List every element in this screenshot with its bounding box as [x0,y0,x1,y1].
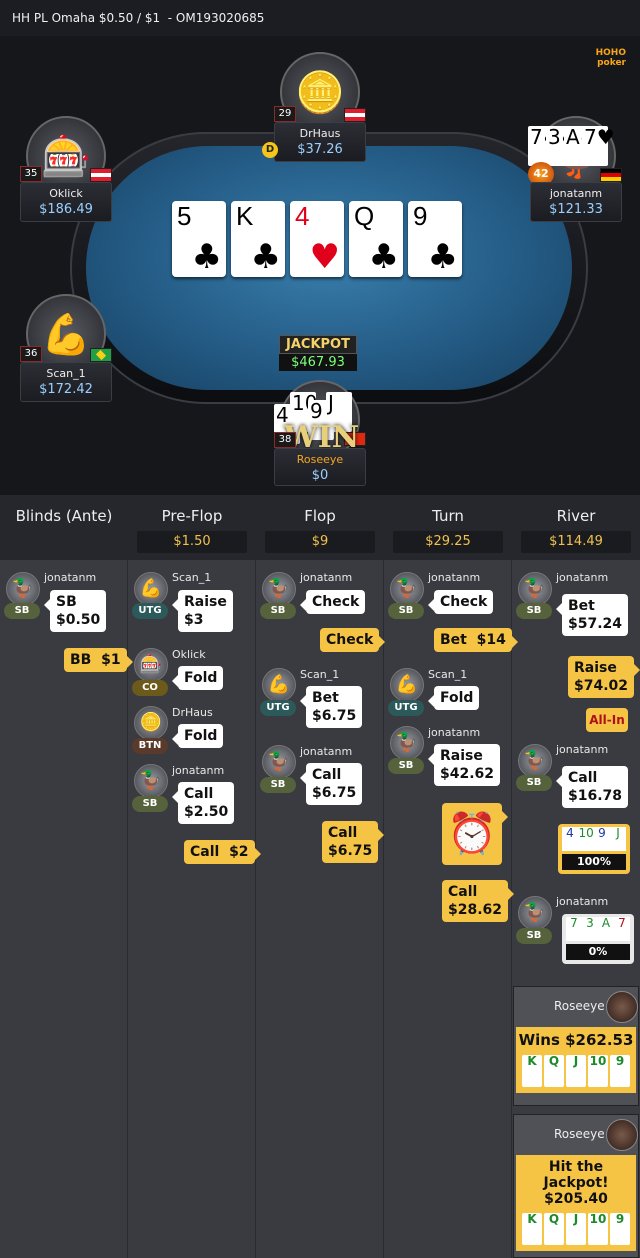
seat-stack: $186.49 [39,202,93,217]
board-card-1: 5 ♣ [172,201,226,277]
pot-value: $114.49 [521,531,631,553]
header-bar: HH PL Omaha $0.50 / $1 - OM193020685 [0,0,640,36]
hoho-poker-logo: HOHO poker [595,48,626,68]
column-preflop: Pre-Flop $1.50 [128,495,256,1258]
column-title: Pre-Flop [161,507,223,525]
column-blinds: Blinds (Ante) [0,495,128,1258]
jackpot-value: $467.93 [279,354,357,371]
hand-history: Blinds (Ante) Pre-Flop $1.50 Flop $9 Turn $… [0,495,640,1258]
seat-stack: $37.26 [297,142,343,157]
column-header: Flop $9 [256,495,384,560]
column-title: Flop [304,507,336,525]
roseeye-level: 38 [274,432,296,448]
column-header: Turn $29.25 [384,495,512,560]
pot-value: $29.25 [393,531,503,553]
oklick-level: 35 [20,166,42,182]
card-rank: 9 [413,201,428,231]
seat-stack: $121.33 [549,202,603,217]
column-flop: Flop $9 [256,495,384,1258]
club-icon: ♣ [368,237,399,277]
heart-icon: ♥ [309,237,340,277]
roseeye-plate: Roseeye $0 [274,448,366,486]
seat-name: Roseeye [296,453,344,466]
column-title: Turn [432,507,464,525]
hand-title: HH PL Omaha $0.50 / $1 [12,11,161,25]
column-turn: Turn $29.25 [384,495,512,1258]
germany-flag-icon [600,168,622,182]
seat-stack: $0 [311,468,329,483]
seat-name: jonatanm [549,187,603,200]
brazil-flag-icon [90,348,112,362]
club-icon: ♣ [250,237,281,277]
austria-flag-icon [90,168,112,182]
club-icon: ♣ [427,237,458,277]
pot-value: $9 [265,531,375,553]
pot-value: $1.50 [137,531,247,553]
card-rank: Q [354,201,375,231]
seat-stack: $172.42 [39,382,93,397]
card-rank: 4 [295,201,310,231]
seat-name: Oklick [49,187,83,200]
card-rank: 5 [177,201,192,231]
board-card-2: K ♣ [231,201,285,277]
club-icon: ♣ [191,237,222,277]
jackpot-display: JACKPOT $467.93 [279,335,357,375]
board-card-4: Q ♣ [349,201,403,277]
column-header: Pre-Flop $1.50 [128,495,256,560]
hole-card: 7♥ [582,126,615,166]
column-header: Blinds (Ante) [0,495,128,560]
oklick-plate: Oklick $186.49 [20,182,112,222]
scan1-level: 36 [20,346,42,362]
jackpot-label: JACKPOT [279,335,357,354]
column-header: River $114.49 [512,495,640,560]
column-title: River [556,507,596,525]
card-rank: K [236,201,254,231]
scan1-plate: Scan_1 $172.42 [20,362,112,402]
drhaus-plate: DrHaus $37.26 [274,122,366,162]
seat-name: DrHaus [299,127,341,140]
column-river: River $114.49 [512,495,640,1258]
seat-name: Scan_1 [46,367,86,380]
drhaus-level: 29 [274,106,296,122]
jonatanm-plate: jonatanm $121.33 [530,182,622,222]
austria-flag-icon [344,108,366,122]
poker-table: HOHO poker 🪙 29 DrHaus $37.26 D 🎰 35 Okli… [0,36,640,495]
board-card-5: 9 ♣ [408,201,462,277]
column-title: Blinds (Ante) [15,507,113,525]
dealer-button-icon: D [262,142,278,158]
hand-id: - OM193020685 [160,11,265,25]
board-card-3: 4 ♥ [290,201,344,277]
